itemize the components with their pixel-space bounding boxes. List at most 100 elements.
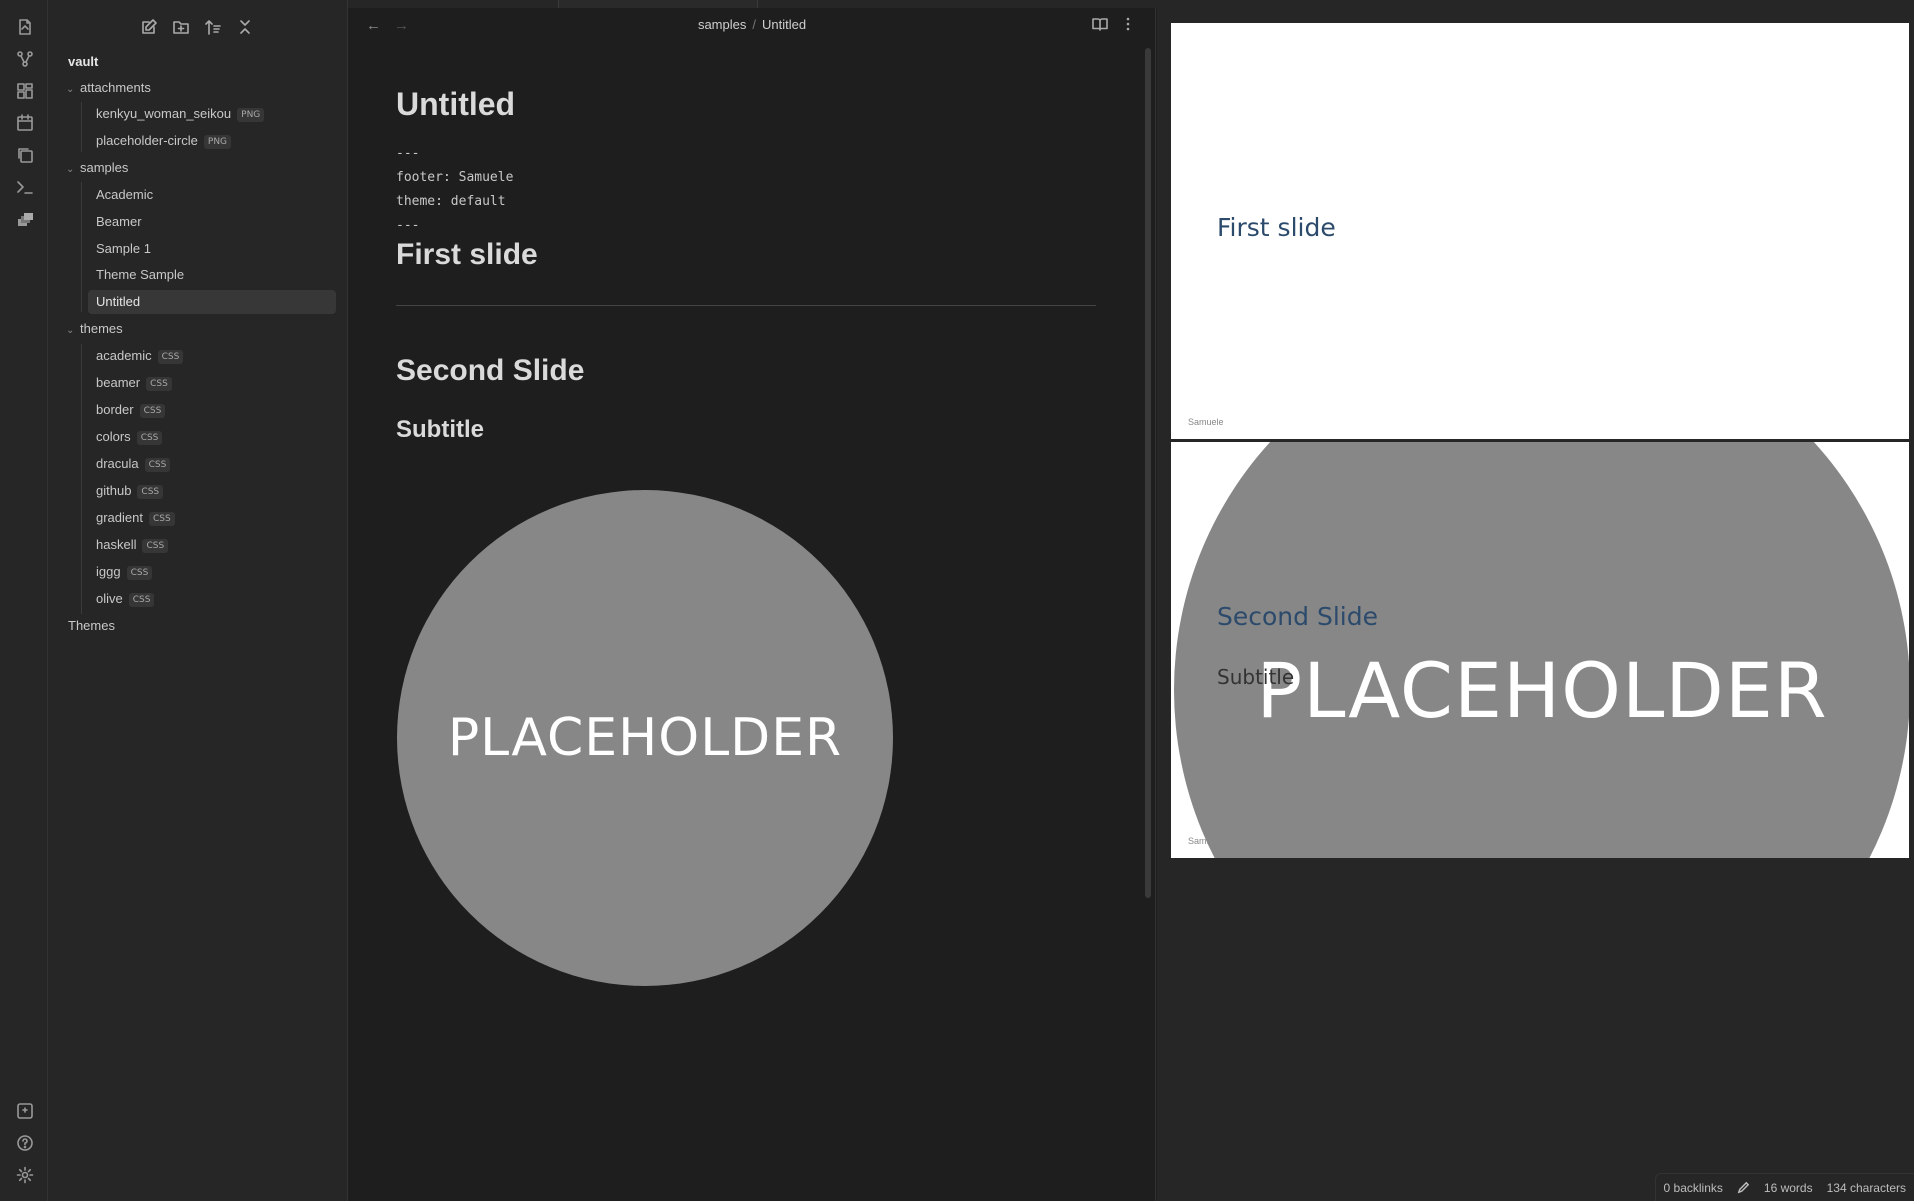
file-item[interactable]: beamer CSS (88, 371, 336, 395)
editor-header: ← → samples / Untitled (348, 8, 1156, 44)
file-label: colors (96, 429, 131, 444)
file-label: dracula (96, 456, 139, 471)
note-title[interactable]: Untitled (396, 86, 515, 123)
slide-2[interactable]: PLACEHOLDER Second Slide Subtitle Samuel… (1171, 442, 1909, 858)
file-item[interactable]: academic CSS (88, 344, 336, 368)
frontmatter-line: theme: default (396, 194, 506, 209)
tab-strip (348, 0, 1914, 8)
file-item[interactable]: Theme Sample (88, 263, 336, 287)
file-item[interactable]: Sample 1 (88, 237, 336, 261)
file-label: Untitled (96, 294, 141, 309)
file-type-badge: CSS (126, 565, 153, 580)
canvas-icon[interactable] (16, 82, 34, 100)
settings-icon[interactable] (16, 1166, 34, 1184)
copy-icon[interactable] (16, 146, 34, 164)
heading-first-slide: First slide (396, 238, 538, 271)
folder-themes-top-level[interactable]: Themes (68, 614, 115, 638)
sort-icon[interactable] (204, 18, 224, 38)
file-label: Beamer (96, 214, 142, 229)
file-type-badge: PNG (203, 134, 232, 149)
folder-label: attachments (80, 80, 151, 95)
file-item[interactable]: placeholder-circle PNG (88, 129, 336, 153)
file-label: github (96, 483, 132, 498)
file-item[interactable]: colors CSS (88, 425, 336, 449)
placeholder-image-text: PLACEHOLDER (447, 708, 843, 768)
file-item[interactable]: github CSS (88, 479, 336, 503)
file-item[interactable]: Beamer (88, 210, 336, 234)
file-label: Academic (96, 187, 154, 202)
file-label: iggg (96, 564, 121, 579)
ribbon (0, 0, 48, 1201)
character-count: 134 characters (1826, 1180, 1906, 1195)
vault-switch-icon[interactable] (16, 1102, 34, 1120)
reading-view-icon[interactable] (1092, 16, 1110, 34)
file-item[interactable]: iggg CSS (88, 560, 336, 584)
file-item[interactable]: kenkyu_woman_seikou PNG (88, 102, 336, 126)
breadcrumb-folder[interactable]: samples (698, 17, 746, 32)
file-label: kenkyu_woman_seikou (96, 106, 232, 121)
file-label: haskell (96, 537, 137, 552)
status-bar: 0 backlinks 16 words 134 characters (1654, 1173, 1914, 1201)
folder-label: themes (80, 321, 123, 336)
pencil-icon[interactable] (1737, 1181, 1750, 1195)
folder-themes[interactable]: ⌄ themes (66, 317, 123, 341)
calendar-icon[interactable] (16, 114, 34, 132)
word-count: 16 words (1763, 1180, 1813, 1195)
file-label: Sample 1 (96, 241, 151, 256)
folder-samples[interactable]: ⌄ samples (66, 156, 128, 180)
file-item[interactable]: dracula CSS (88, 452, 336, 476)
tab-edge[interactable] (558, 0, 758, 8)
file-item[interactable]: border CSS (88, 398, 336, 422)
slide-title: Second Slide (1217, 602, 1378, 631)
collapse-all-icon[interactable] (236, 18, 256, 38)
file-type-badge: CSS (139, 403, 166, 418)
breadcrumb-file[interactable]: Untitled (762, 17, 806, 32)
file-item[interactable]: olive CSS (88, 587, 336, 611)
file-item[interactable]: haskell CSS (88, 533, 336, 557)
more-options-icon[interactable] (1120, 16, 1138, 34)
file-item[interactable]: Academic (88, 183, 336, 207)
tree-indent-guide (81, 182, 82, 312)
file-type-badge: CSS (128, 592, 155, 607)
file-type-badge: CSS (144, 457, 171, 472)
file-type-badge: CSS (146, 376, 172, 391)
horizontal-rule (396, 305, 1096, 306)
new-note-icon[interactable] (140, 18, 160, 38)
file-label: Theme Sample (96, 267, 185, 282)
tree-indent-guide (81, 344, 82, 614)
backlinks-count[interactable]: 0 backlinks (1664, 1181, 1723, 1195)
slides-icon[interactable] (16, 210, 34, 228)
graph-icon[interactable] (16, 50, 34, 68)
frontmatter-line: --- (396, 218, 420, 233)
slide-footer: Samuele (1188, 836, 1224, 846)
file-item[interactable]: gradient CSS (88, 506, 336, 530)
file-label: gradient (96, 510, 143, 525)
editor-pane: ← → samples / Untitled Untitled --- footer… (348, 8, 1156, 1201)
new-folder-icon[interactable] (172, 18, 192, 38)
breadcrumb-separator: / (752, 17, 756, 32)
slide-placeholder-text: PLACEHOLDER (1256, 645, 1828, 735)
folder-label: samples (80, 160, 129, 175)
file-label: border (96, 402, 134, 417)
file-label: beamer (96, 375, 141, 390)
vault-name: vault (68, 54, 99, 69)
slide-1[interactable]: First slide Samuele (1171, 23, 1909, 439)
frontmatter-line: --- (396, 146, 420, 161)
frontmatter-line: footer: Samuele (396, 170, 514, 185)
slide-subtitle: Subtitle (1217, 665, 1295, 689)
open-file-icon[interactable] (16, 18, 34, 36)
chevron-down-icon: ⌄ (66, 84, 75, 95)
slides-preview: First slide Samuele PLACEHOLDER Second S… (1157, 8, 1914, 1201)
file-type-badge: PNG (237, 107, 265, 122)
editor-scrollbar[interactable] (1145, 48, 1151, 898)
help-icon[interactable] (16, 1134, 34, 1152)
slide-title: First slide (1217, 213, 1336, 242)
file-label: olive (96, 591, 123, 606)
terminal-icon[interactable] (16, 178, 34, 196)
folder-attachments[interactable]: ⌄ attachments (66, 76, 151, 100)
slide-placeholder-image: PLACEHOLDER (1174, 442, 1909, 858)
file-type-badge: CSS (137, 484, 164, 499)
file-item-active[interactable]: Untitled (88, 290, 336, 314)
file-label: placeholder-circle (96, 133, 198, 148)
file-type-badge: CSS (148, 511, 175, 526)
